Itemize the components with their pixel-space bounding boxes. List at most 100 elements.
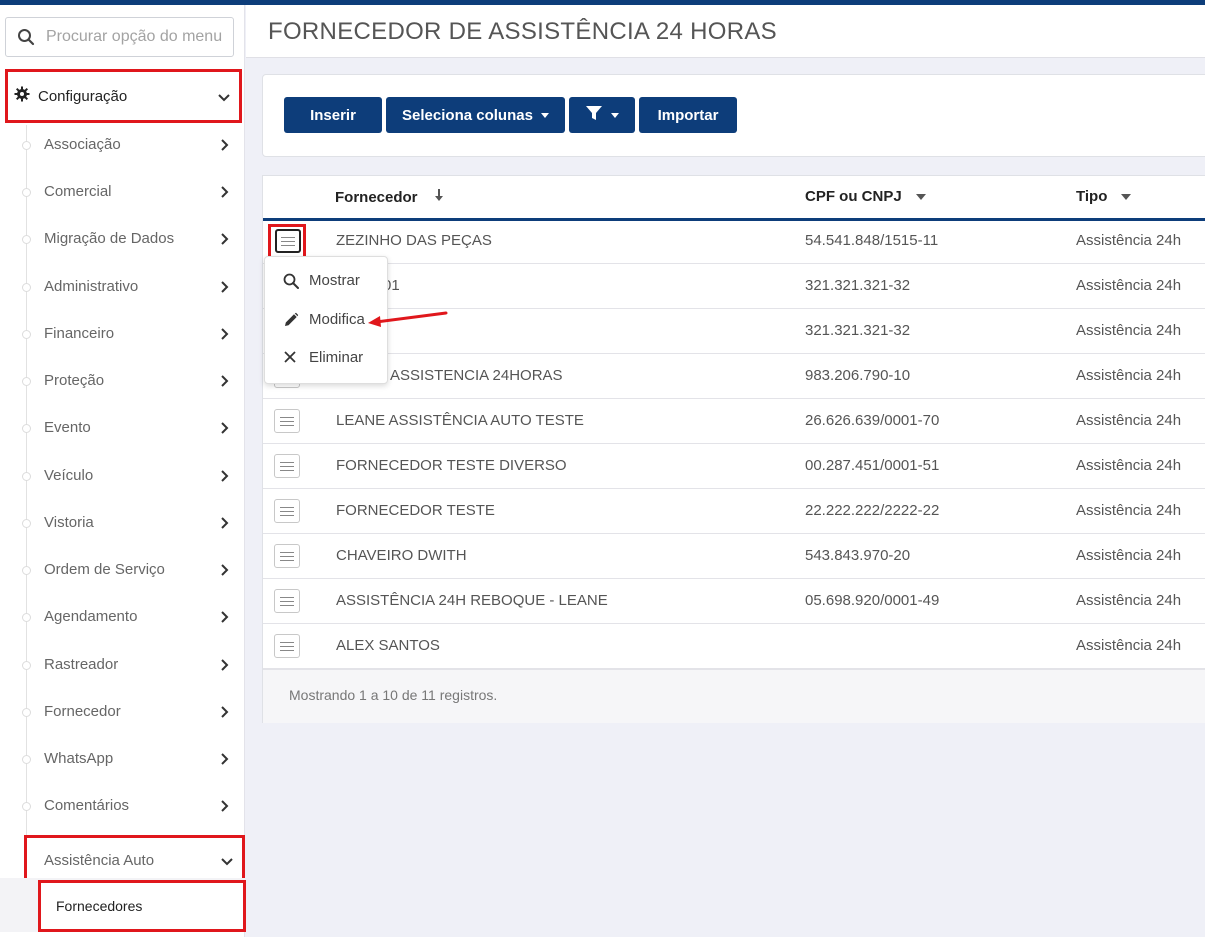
chevron-right-icon [220, 280, 230, 299]
tree-dot [22, 472, 31, 481]
cell-fornecedor: LEANE ASSISTÊNCIA AUTO TESTE [336, 412, 584, 429]
table-row: ASSISTENCIA 24HORAS 983.206.790-10 Assis… [263, 354, 1205, 399]
sort-caret-icon [1121, 193, 1132, 200]
row-actions-button[interactable] [274, 544, 300, 568]
tree-dot [22, 566, 31, 575]
sidebar-item-protecao[interactable]: Proteção [22, 357, 242, 404]
sidebar-item-ordem-de-servico[interactable]: Ordem de Serviço [22, 546, 242, 593]
sidebar-item-assistencia-auto[interactable]: Assistência Auto [24, 835, 245, 883]
column-header-cpf-cnpj[interactable]: CPF ou CNPJ [805, 188, 926, 205]
page-title: FORNECEDOR DE ASSISTÊNCIA 24 HORAS [268, 18, 777, 45]
sort-down-arrow-icon [434, 188, 444, 206]
table-row: 01 321.321.321-32 Assistência 24h [263, 264, 1205, 309]
chevron-right-icon [220, 232, 230, 251]
row-actions-button[interactable] [274, 499, 300, 523]
hamburger-line [280, 604, 294, 606]
import-button-label: Importar [657, 106, 719, 124]
cell-tipo: Assistência 24h [1076, 277, 1182, 294]
cell-fornecedor: FORNECEDOR TESTE DIVERSO [336, 457, 567, 474]
sidebar-item-agendamento[interactable]: Agendamento [22, 593, 242, 640]
cell-doc: 321.321.321-32 [805, 277, 911, 294]
hamburger-line [280, 461, 294, 463]
caret-down-icon [611, 112, 619, 118]
chevron-right-icon [220, 327, 230, 346]
tree-dot [22, 424, 31, 433]
sort-caret-icon [915, 193, 926, 200]
search-icon [6, 28, 46, 46]
sidebar-item-administrativo[interactable]: Administrativo [22, 263, 242, 310]
sidebar-item-label: Administrativo [44, 278, 139, 295]
cell-fornecedor: CHAVEIRO DWITH [336, 547, 467, 564]
menu-configuracao[interactable]: Configuração [5, 69, 242, 123]
hamburger-line [280, 551, 294, 553]
hamburger-line [280, 600, 294, 602]
column-header-label: Tipo [1076, 188, 1108, 205]
sidebar-item-label: Agendamento [44, 608, 138, 625]
table-row: FORNECEDOR TESTE 22.222.222/2222-22 Assi… [263, 489, 1205, 534]
sidebar-item-financeiro[interactable]: Financeiro [22, 310, 242, 357]
table-row: LEANE ASSISTÊNCIA AUTO TESTE 26.626.639/… [263, 399, 1205, 444]
import-button[interactable]: Importar [639, 97, 737, 133]
tree-dot [22, 330, 31, 339]
tree-dot [22, 141, 31, 150]
chevron-right-icon [220, 610, 230, 629]
hamburger-line [280, 596, 294, 598]
menu-search-box[interactable] [5, 17, 234, 57]
table-row: CHAVEIRO DWITH 543.843.970-20 Assistênci… [263, 534, 1205, 579]
tree-dot [22, 377, 31, 386]
cell-tipo: Assistência 24h [1076, 367, 1182, 384]
sidebar-item-label: Rastreador [44, 656, 119, 673]
table-row: FORNECEDOR TESTE DIVERSO 00.287.451/0001… [263, 444, 1205, 489]
sidebar-item-vistoria[interactable]: Vistoria [22, 499, 242, 546]
hamburger-line [280, 469, 294, 471]
tree-dot [22, 802, 31, 811]
column-header-fornecedor[interactable]: Fornecedor [335, 188, 444, 206]
sidebar-item-fornecedor[interactable]: Fornecedor [22, 688, 242, 735]
cell-doc: 00.287.451/0001-51 [805, 457, 940, 474]
sidebar-item-label: Comercial [44, 183, 112, 200]
sidebar-item-comercial[interactable]: Comercial [22, 168, 242, 215]
table-row: ASSISTÊNCIA 24H REBOQUE - LEANE 05.698.9… [263, 579, 1205, 624]
dropdown-item-eliminar[interactable]: Eliminar [265, 339, 389, 377]
tree-dot [22, 519, 31, 528]
sidebar-item-label: Associação [44, 136, 121, 153]
cell-doc: 543.843.970-20 [805, 547, 911, 564]
insert-button[interactable]: Inserir [284, 97, 382, 133]
chevron-right-icon [220, 374, 230, 393]
header-divider [246, 57, 1205, 58]
select-columns-button[interactable]: Seleciona colunas [386, 97, 565, 133]
sidebar-item-label: Veículo [44, 467, 94, 484]
row-actions-button[interactable] [274, 589, 300, 613]
hamburger-line [280, 506, 294, 508]
sidebar-item-associacao[interactable]: Associação [22, 121, 242, 168]
cell-tipo: Assistência 24h [1076, 457, 1182, 474]
row-actions-button[interactable] [274, 454, 300, 478]
dropdown-item-label: Eliminar [309, 349, 364, 366]
sidebar-item-migracao-de-dados[interactable]: Migração de Dados [22, 215, 242, 262]
annotation-arrow-icon [360, 305, 452, 336]
chevron-right-icon [220, 799, 230, 818]
cell-tipo: Assistência 24h [1076, 412, 1182, 429]
column-header-label: CPF ou CNPJ [805, 188, 902, 205]
row-actions-button[interactable] [274, 409, 300, 433]
dropdown-item-mostrar[interactable]: Mostrar [265, 262, 389, 300]
column-header-tipo[interactable]: Tipo [1076, 188, 1132, 205]
sidebar-item-comentarios[interactable]: Comentários [22, 782, 242, 829]
sidebar-item-label: Fornecedor [44, 703, 121, 720]
gear-icon [14, 86, 30, 107]
tree-dot [22, 188, 31, 197]
chevron-down-icon [217, 90, 231, 108]
submenu-item-fornecedores[interactable]: Fornecedores [38, 880, 246, 932]
sidebar-item-evento[interactable]: Evento [22, 404, 242, 451]
sidebar-item-whatsapp[interactable]: WhatsApp [22, 735, 242, 782]
sidebar-item-rastreador[interactable]: Rastreador [22, 641, 242, 688]
table-row: ALEX SANTOS Assistência 24h [263, 624, 1205, 669]
menu-search-input[interactable] [46, 28, 226, 46]
cell-doc: 22.222.222/2222-22 [805, 502, 940, 519]
tree-dot [22, 708, 31, 717]
sidebar-item-label: Migração de Dados [44, 230, 175, 247]
filter-button[interactable] [569, 97, 635, 133]
row-actions-button[interactable] [274, 634, 300, 658]
sidebar-item-veiculo[interactable]: Veículo [22, 452, 242, 499]
tree-dot [22, 613, 31, 622]
